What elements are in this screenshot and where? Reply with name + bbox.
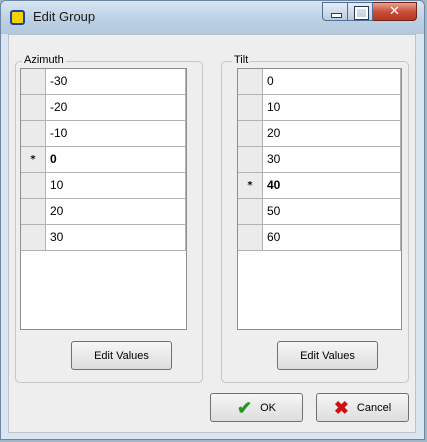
maximize-button[interactable] <box>348 2 373 21</box>
cancel-button[interactable]: ✖ Cancel <box>316 393 409 422</box>
ok-label: OK <box>260 401 276 414</box>
row-indicator[interactable] <box>21 173 46 199</box>
row-indicator[interactable]: * <box>238 173 263 199</box>
azimuth-value-cell[interactable]: -30 <box>46 69 186 95</box>
tilt-value-cell[interactable]: 50 <box>263 199 401 225</box>
title-bar[interactable]: Edit Group ✕ <box>1 1 424 34</box>
tilt-value-cell[interactable]: 0 <box>263 69 401 95</box>
azimuth-value-cell[interactable]: 20 <box>46 199 186 225</box>
row-indicator[interactable] <box>21 225 46 251</box>
azimuth-value-cell[interactable]: 10 <box>46 173 186 199</box>
tilt-value-cell[interactable]: 60 <box>263 225 401 251</box>
tilt-values-grid[interactable]: 0 10 20 30 * 40 50 60 <box>237 68 402 330</box>
app-icon <box>10 10 25 25</box>
tilt-value-cell[interactable]: 10 <box>263 95 401 121</box>
maximize-icon <box>354 6 369 20</box>
azimuth-row[interactable]: 10 <box>21 173 186 199</box>
tilt-row[interactable]: 60 <box>238 225 401 251</box>
check-icon: ✔ <box>237 397 253 418</box>
azimuth-row[interactable]: -10 <box>21 121 186 147</box>
tilt-edit-values-button[interactable]: Edit Values <box>277 341 378 370</box>
azimuth-row[interactable]: -30 <box>21 69 186 95</box>
minimize-button[interactable] <box>322 2 348 21</box>
row-indicator[interactable] <box>238 147 263 173</box>
tilt-group: Tilt 0 10 20 30 * 40 50 60 Edit Values <box>221 54 409 383</box>
tilt-row[interactable]: 20 <box>238 121 401 147</box>
cancel-label: Cancel <box>356 401 392 414</box>
row-indicator[interactable]: * <box>21 147 46 173</box>
azimuth-value-cell[interactable]: 30 <box>46 225 186 251</box>
tilt-row[interactable]: 0 <box>238 69 401 95</box>
azimuth-value-cell[interactable]: -10 <box>46 121 186 147</box>
row-indicator[interactable] <box>21 121 46 147</box>
tilt-label: Tilt <box>232 54 251 66</box>
azimuth-values-grid[interactable]: -30 -20 -10 * 0 10 20 30 <box>20 68 187 330</box>
row-indicator[interactable] <box>238 69 263 95</box>
tilt-row[interactable]: 10 <box>238 95 401 121</box>
tilt-value-cell[interactable]: 20 <box>263 121 401 147</box>
ok-button[interactable]: ✔ OK <box>210 393 303 422</box>
azimuth-row[interactable]: 30 <box>21 225 186 251</box>
row-indicator[interactable] <box>238 121 263 147</box>
tilt-value-cell[interactable]: 40 <box>263 173 401 199</box>
row-indicator[interactable] <box>21 69 46 95</box>
row-indicator[interactable] <box>21 199 46 225</box>
tilt-row[interactable]: 50 <box>238 199 401 225</box>
azimuth-row[interactable]: * 0 <box>21 147 186 173</box>
azimuth-group: Azimuth -30 -20 -10 * 0 10 20 30 Edit Values <box>15 54 203 383</box>
window-title: Edit Group <box>33 9 96 24</box>
minimize-icon <box>331 13 342 18</box>
azimuth-edit-values-button[interactable]: Edit Values <box>71 341 172 370</box>
row-indicator[interactable] <box>21 95 46 121</box>
row-indicator[interactable] <box>238 199 263 225</box>
tilt-row[interactable]: * 40 <box>238 173 401 199</box>
close-icon: ✕ <box>389 4 400 19</box>
azimuth-value-cell[interactable]: -20 <box>46 95 186 121</box>
azimuth-row[interactable]: -20 <box>21 95 186 121</box>
azimuth-value-cell[interactable]: 0 <box>46 147 186 173</box>
azimuth-label: Azimuth <box>22 54 66 66</box>
tilt-row[interactable]: 30 <box>238 147 401 173</box>
x-icon: ✖ <box>333 397 349 418</box>
tilt-value-cell[interactable]: 30 <box>263 147 401 173</box>
azimuth-row[interactable]: 20 <box>21 199 186 225</box>
dialog-body: Azimuth -30 -20 -10 * 0 10 20 30 Edit Values Ti… <box>8 34 416 433</box>
edit-group-window: Edit Group ✕ Azimuth -30 -20 -10 * 0 10 20 30 E… <box>0 0 425 440</box>
row-indicator[interactable] <box>238 95 263 121</box>
caption-buttons: ✕ <box>322 2 417 21</box>
close-button[interactable]: ✕ <box>373 2 417 21</box>
row-indicator[interactable] <box>238 225 263 251</box>
